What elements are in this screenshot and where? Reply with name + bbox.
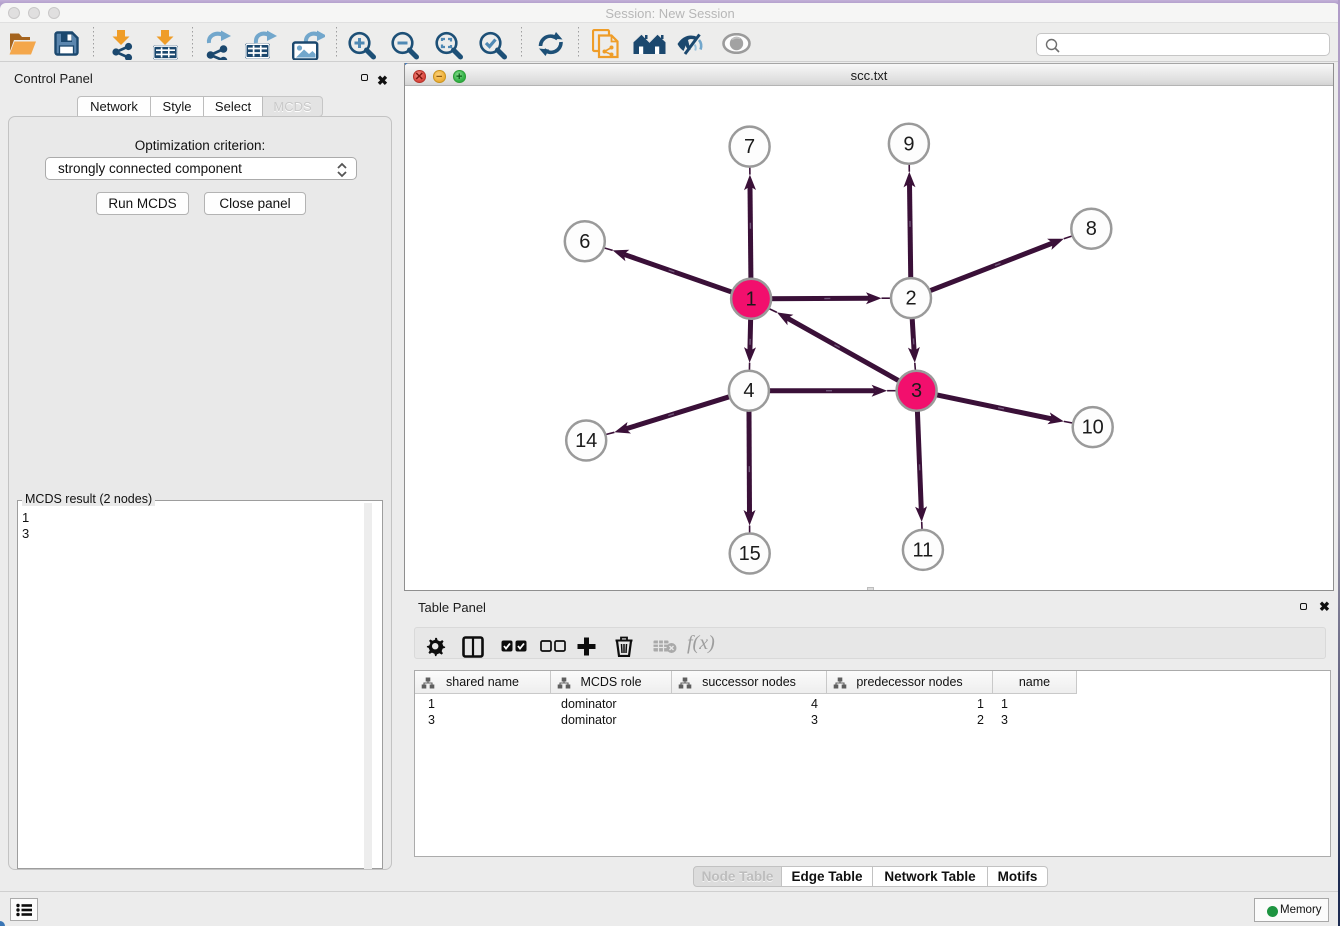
svg-text:14: 14 — [575, 430, 597, 452]
svg-text:3: 3 — [911, 380, 922, 402]
svg-text:10: 10 — [1082, 417, 1104, 439]
svg-text:2: 2 — [905, 288, 916, 310]
svg-text:15: 15 — [739, 543, 761, 565]
svg-text:11: 11 — [913, 539, 934, 561]
svg-text:4: 4 — [743, 380, 754, 402]
svg-text:1: 1 — [746, 288, 757, 310]
svg-text:6: 6 — [579, 231, 590, 253]
svg-text:7: 7 — [744, 136, 755, 158]
svg-text:9: 9 — [903, 133, 914, 155]
svg-text:8: 8 — [1086, 218, 1097, 240]
